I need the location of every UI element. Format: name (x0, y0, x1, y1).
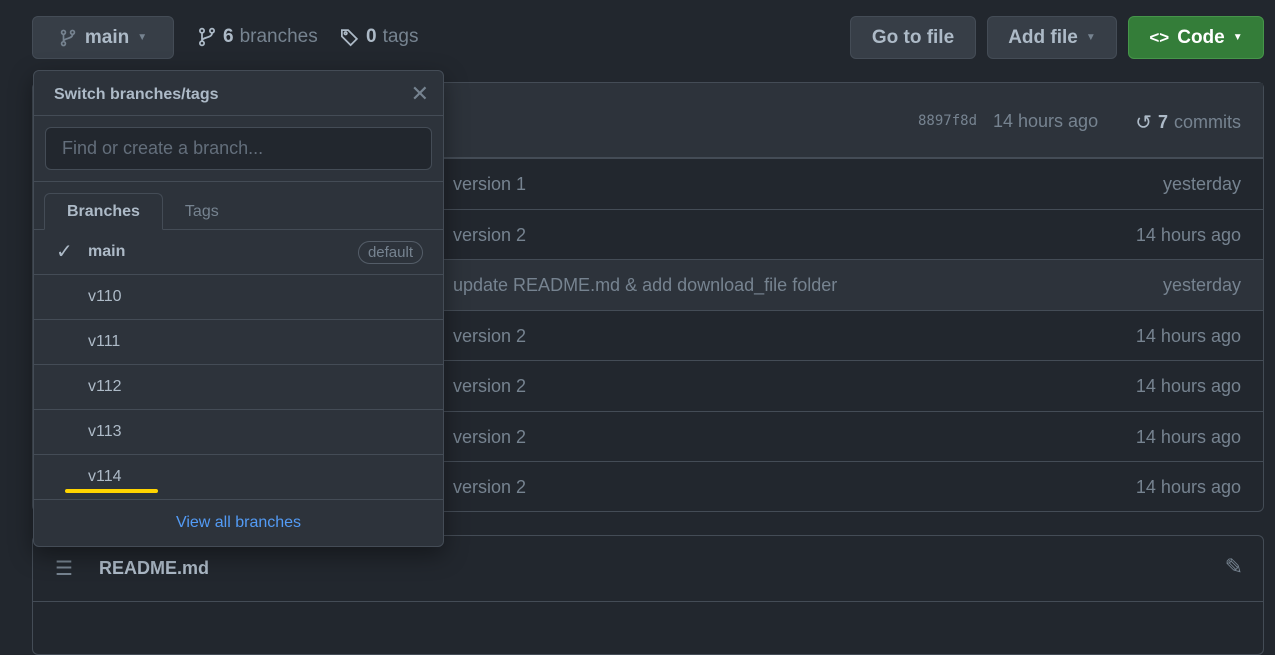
readme-title[interactable]: README.md (99, 558, 209, 579)
tags-count: 0 (366, 26, 377, 47)
commit-age: 14 hours ago (1135, 477, 1241, 497)
list-icon[interactable]: ☰ (55, 556, 73, 581)
branch-item[interactable]: v111 (34, 320, 443, 365)
branches-label: branches (239, 26, 318, 47)
branch-item-name: main (88, 243, 126, 260)
commit-message[interactable]: update README.md & add download_file fol… (453, 275, 837, 296)
commit-age: 14 hours ago (1135, 426, 1241, 447)
branch-item[interactable]: v114 (34, 455, 443, 500)
commit-message[interactable]: version 2 (453, 477, 526, 498)
commit-age: 14 hours ago (1135, 325, 1241, 346)
commit-message[interactable]: version 1 (453, 174, 526, 195)
commit-message[interactable]: version 2 (453, 427, 526, 448)
commit-age: yesterday (1162, 275, 1241, 295)
history-icon: ↺ (1135, 112, 1152, 134)
commit-message[interactable]: version 2 (453, 225, 526, 246)
readme-box: ☰ README.md ✎ (32, 535, 1264, 655)
default-badge: default (357, 241, 423, 264)
commit-message[interactable]: version 2 (453, 326, 526, 347)
branch-item-name: v111 (88, 333, 121, 350)
branches-count: 6 (223, 26, 234, 47)
commits-count: 7 (1157, 112, 1168, 132)
tags-link[interactable]: 0 tags (340, 26, 419, 48)
branch-item-name: v114 (88, 468, 122, 485)
branch-search-input[interactable] (45, 127, 432, 170)
dropdown-title: Switch branches/tags (54, 86, 219, 103)
git-branch-icon (60, 29, 76, 46)
branch-dropdown: Switch branches/tags ✕ Branches Tags ✓ mai… (33, 70, 444, 547)
code-button[interactable]: <> Code ▼ (1128, 16, 1264, 59)
branch-item[interactable]: ✓ main default (34, 230, 443, 275)
branch-item-name: v112 (88, 378, 122, 395)
commits-label: commits (1174, 112, 1241, 132)
add-file-button[interactable]: Add file ▼ (987, 16, 1117, 59)
commit-age: 14 hours ago (1135, 224, 1241, 245)
highlight-underline (65, 489, 158, 493)
branches-link[interactable]: 6 branches (197, 26, 318, 48)
tab-branches[interactable]: Branches (44, 193, 163, 230)
tag-icon (341, 29, 359, 47)
branch-item[interactable]: v110 (34, 275, 443, 320)
tags-label: tags (382, 26, 419, 47)
commit-sha[interactable]: 8897f8d (918, 113, 977, 129)
commit-age: yesterday (1162, 174, 1241, 194)
caret-down-icon: ▼ (1232, 32, 1243, 43)
branch-select-button[interactable]: main ▼ (32, 16, 174, 59)
edit-pencil-icon[interactable]: ✎ (1225, 554, 1243, 580)
add-file-label: Add file (1008, 26, 1078, 48)
check-icon: ✓ (56, 241, 73, 263)
branch-name: main (84, 26, 130, 48)
branch-item[interactable]: v112 (34, 365, 443, 410)
caret-down-icon: ▼ (1085, 32, 1096, 43)
branch-item-name: v110 (88, 288, 122, 305)
code-label: Code (1177, 26, 1225, 48)
close-icon[interactable]: ✕ (411, 81, 429, 107)
git-branch-icon (198, 27, 216, 47)
commit-age: 14 hours ago (993, 111, 1099, 131)
commit-age: 14 hours ago (1135, 376, 1241, 396)
branch-item-name: v113 (88, 423, 122, 440)
code-icon: <> (1149, 27, 1170, 47)
view-all-branches-link[interactable]: View all branches (176, 514, 301, 531)
commits-link[interactable]: ↺ 7 commits (1135, 110, 1241, 135)
go-to-file-label: Go to file (871, 26, 955, 48)
go-to-file-button[interactable]: Go to file (850, 16, 976, 59)
tab-tags[interactable]: Tags (163, 193, 241, 230)
caret-down-icon: ▼ (137, 32, 148, 43)
commit-message[interactable]: version 2 (453, 376, 526, 397)
branch-item[interactable]: v113 (34, 410, 443, 455)
